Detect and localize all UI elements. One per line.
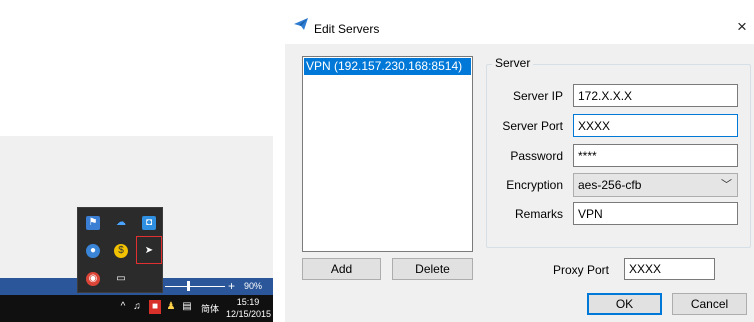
zoom-slider[interactable] bbox=[165, 286, 225, 287]
cancel-button[interactable]: Cancel bbox=[672, 293, 747, 315]
proxy-port-input[interactable]: XXXX bbox=[624, 258, 715, 280]
server-port-label: Server Port bbox=[502, 119, 563, 133]
display-icon[interactable]: ▭ bbox=[114, 272, 128, 286]
add-button[interactable]: Add bbox=[302, 258, 381, 280]
remarks-input[interactable] bbox=[573, 202, 738, 225]
show-hidden-icons-button[interactable]: ^ bbox=[117, 300, 129, 314]
ime-indicator[interactable]: 简体 bbox=[201, 302, 219, 315]
server-list-item[interactable]: VPN (192.157.230.168:8514) bbox=[304, 58, 471, 75]
dialog-titlebar[interactable]: Edit Servers × bbox=[285, 0, 754, 44]
delete-button[interactable]: Delete bbox=[392, 258, 473, 280]
server-list[interactable]: VPN (192.157.230.168:8514) bbox=[302, 56, 473, 252]
paper-plane-icon bbox=[294, 18, 308, 30]
password-input[interactable] bbox=[573, 144, 738, 167]
flag-icon[interactable]: ⚑ bbox=[86, 216, 100, 230]
server-port-input[interactable] bbox=[573, 114, 738, 137]
coin-icon[interactable]: $ bbox=[114, 244, 128, 258]
chrome-icon[interactable]: ◉ bbox=[86, 272, 100, 286]
dialog-title: Edit Servers bbox=[314, 22, 380, 36]
taskbar-clock[interactable]: 15:19 12/15/2015 bbox=[226, 296, 272, 320]
server-ip-label: Server IP bbox=[512, 89, 563, 103]
tray-selection-highlight bbox=[136, 236, 162, 264]
zoom-slider-thumb[interactable] bbox=[187, 281, 190, 291]
zoom-in-button[interactable]: + bbox=[228, 279, 235, 293]
chat-icon[interactable]: ◘ bbox=[142, 216, 156, 230]
action-center-icon[interactable]: ▤ bbox=[181, 300, 193, 314]
server-group-label: Server bbox=[492, 56, 534, 70]
close-button[interactable]: × bbox=[733, 17, 751, 37]
proxy-port-label: Proxy Port bbox=[553, 263, 610, 277]
password-label: Password bbox=[510, 149, 563, 163]
cloud-icon[interactable]: ☁ bbox=[114, 216, 128, 230]
zoom-percent[interactable]: 90% bbox=[244, 281, 262, 292]
ok-button[interactable]: OK bbox=[587, 293, 662, 315]
encryption-value: aes-256-cfb bbox=[578, 178, 642, 192]
clock-date: 12/15/2015 bbox=[226, 309, 272, 319]
app-icon[interactable]: ● bbox=[86, 244, 100, 258]
encryption-label: Encryption bbox=[506, 178, 563, 192]
encryption-select[interactable]: aes-256-cfb ﹀ bbox=[573, 173, 738, 197]
input-tool-icon[interactable]: ♟ bbox=[165, 300, 177, 314]
red-app-icon[interactable]: ■ bbox=[149, 300, 161, 314]
remarks-label: Remarks bbox=[514, 207, 563, 221]
edit-servers-dialog: Edit Servers × VPN (192.157.230.168:8514… bbox=[285, 0, 754, 322]
chevron-down-icon: ﹀ bbox=[721, 179, 732, 191]
speaker-icon[interactable]: ♫ bbox=[131, 300, 143, 314]
server-ip-input[interactable] bbox=[573, 84, 738, 107]
clock-time: 15:19 bbox=[236, 297, 260, 307]
